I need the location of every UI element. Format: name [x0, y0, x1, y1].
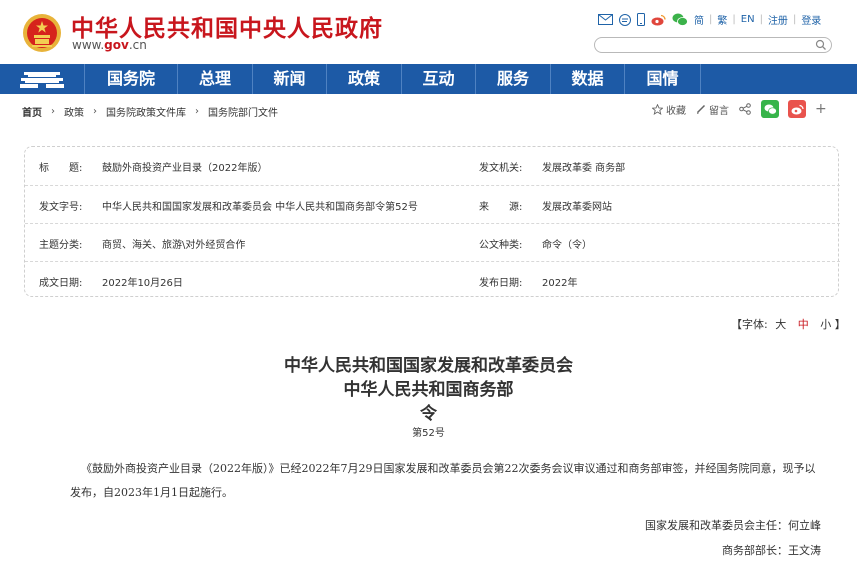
link-separator: | [759, 14, 763, 25]
site-domain[interactable]: www.gov.cn [72, 38, 147, 52]
info-row: 主题分类: 商贸、海关、旅游\对外经贸合作 公文种类: 命令（令） [25, 223, 840, 261]
info-row: 成文日期: 2022年10月26日 发布日期: 2022年 [25, 261, 840, 297]
link-separator: | [709, 14, 713, 25]
doc-number-value: 中华人民共和国国家发展和改革委员会 中华人民共和国商务部令第52号 [102, 202, 418, 213]
publish-date-value: 2022年 [542, 278, 578, 289]
share-icon[interactable] [739, 103, 751, 115]
top-links: 简 | 繁 | EN | 注册 | 登录 [598, 12, 821, 27]
mobile-icon[interactable] [637, 13, 645, 26]
font-size-medium[interactable]: 中 [798, 318, 809, 331]
breadcrumb-home[interactable]: 首页 [22, 104, 42, 119]
doc-number-label: 发文字号: [39, 202, 83, 213]
simplified-chinese-link[interactable]: 简 [694, 12, 704, 27]
wechat-icon[interactable] [672, 13, 688, 26]
title-value: 鼓励外商投资产业目录（2022年版） [102, 163, 268, 174]
favorite-label: 收藏 [666, 105, 686, 117]
document-info-table: 标 题: 鼓励外商投资产业目录（2022年版） 发文机关: 发展改革委 商务部 … [24, 146, 840, 297]
message-icon[interactable] [619, 13, 631, 26]
wechat-icon [764, 104, 777, 115]
font-size-large[interactable]: 大 [775, 318, 786, 331]
english-link[interactable]: EN [741, 14, 755, 25]
category-value: 商贸、海关、旅游\对外经贸合作 [102, 240, 246, 251]
font-size-small[interactable]: 小 [820, 318, 831, 331]
document-title-line: 中华人民共和国国家发展和改革委员会 [284, 356, 573, 376]
national-emblem-icon[interactable] [22, 12, 62, 54]
pencil-icon [696, 104, 706, 114]
document-body: 《鼓励外商投资产业目录（2022年版）》已经2022年7月29日国家发展和改革委… [70, 462, 816, 499]
domain-brand: gov [104, 38, 129, 52]
doc-type-value: 命令（令） [542, 240, 592, 251]
link-separator: | [732, 14, 736, 25]
source-label: 来 源: [479, 202, 523, 213]
signature-ndrc: 国家发展和改革委员会主任：何立峰 [645, 519, 821, 532]
share-weibo-button[interactable] [788, 100, 806, 118]
nav-item-services[interactable]: 服务 [475, 64, 550, 94]
favorite-button[interactable]: 收藏 [652, 102, 686, 117]
comment-button[interactable]: 留言 [696, 102, 729, 117]
page-tools: 收藏 留言 + [652, 100, 827, 118]
breadcrumb-arrow-icon: › [51, 106, 55, 117]
doc-type-label: 公文种类: [479, 240, 523, 251]
domain-suffix: .cn [128, 38, 147, 52]
mail-icon[interactable] [598, 14, 613, 25]
nav-item-data[interactable]: 数据 [550, 64, 624, 94]
source-value: 发展改革委网站 [542, 202, 612, 213]
nav-item-premier[interactable]: 总理 [177, 64, 252, 94]
login-link[interactable]: 登录 [801, 12, 821, 27]
breadcrumb-policy-library[interactable]: 国务院政策文件库 [106, 104, 186, 119]
written-date-label: 成文日期: [39, 278, 83, 289]
nav-item-national-profile[interactable]: 国情 [624, 64, 701, 94]
signature-mofcom: 商务部部长：王文涛 [722, 544, 821, 557]
star-icon [652, 103, 663, 115]
share-wechat-button[interactable] [761, 100, 779, 118]
weibo-icon [791, 104, 804, 114]
tiananmen-icon[interactable] [0, 64, 84, 94]
breadcrumb-department-docs[interactable]: 国务院部门文件 [208, 104, 278, 119]
more-share-button[interactable]: + [815, 101, 827, 117]
search-input[interactable] [594, 37, 832, 53]
document-number: 第52号 [412, 428, 445, 439]
domain-prefix: www. [72, 38, 105, 52]
nav-item-news[interactable]: 新闻 [252, 64, 326, 94]
nav-item-policy[interactable]: 政策 [326, 64, 401, 94]
font-size-switcher: 【字体: 大 中 小 】 [731, 316, 846, 332]
link-separator: | [792, 14, 797, 25]
breadcrumb: 首页 › 政策 › 国务院政策文件库 › 国务院部门文件 [22, 104, 278, 119]
traditional-chinese-link[interactable]: 繁 [717, 12, 727, 27]
issuer-label: 发文机关: [479, 163, 523, 174]
breadcrumb-arrow-icon: › [195, 106, 199, 117]
nav-item-state-council[interactable]: 国务院 [84, 64, 177, 94]
comment-label: 留言 [709, 105, 729, 117]
font-size-open: 【字体: [731, 318, 768, 331]
main-nav: 国务院 总理 新闻 政策 互动 服务 数据 国情 [0, 64, 857, 94]
category-label: 主题分类: [39, 240, 83, 251]
breadcrumb-policy[interactable]: 政策 [64, 104, 84, 119]
written-date-value: 2022年10月26日 [102, 278, 183, 289]
font-size-close: 】 [834, 318, 846, 331]
weibo-icon[interactable] [651, 14, 666, 26]
document-title-line: 令 [420, 404, 437, 424]
title-label: 标 题: [39, 163, 83, 174]
document-title-line: 中华人民共和国商务部 [343, 380, 514, 400]
issuer-value: 发展改革委 商务部 [542, 163, 626, 174]
nav-item-interaction[interactable]: 互动 [401, 64, 475, 94]
search-icon[interactable] [815, 39, 827, 51]
breadcrumb-arrow-icon: › [93, 106, 97, 117]
info-row: 发文字号: 中华人民共和国国家发展和改革委员会 中华人民共和国商务部令第52号 … [25, 185, 840, 223]
site-header: 中华人民共和国中央人民政府 www.gov.cn 简 | 繁 | EN | 注册… [0, 0, 857, 64]
info-row: 标 题: 鼓励外商投资产业目录（2022年版） 发文机关: 发展改革委 商务部 [25, 147, 840, 185]
publish-date-label: 发布日期: [479, 278, 523, 289]
register-link[interactable]: 注册 [768, 12, 788, 27]
